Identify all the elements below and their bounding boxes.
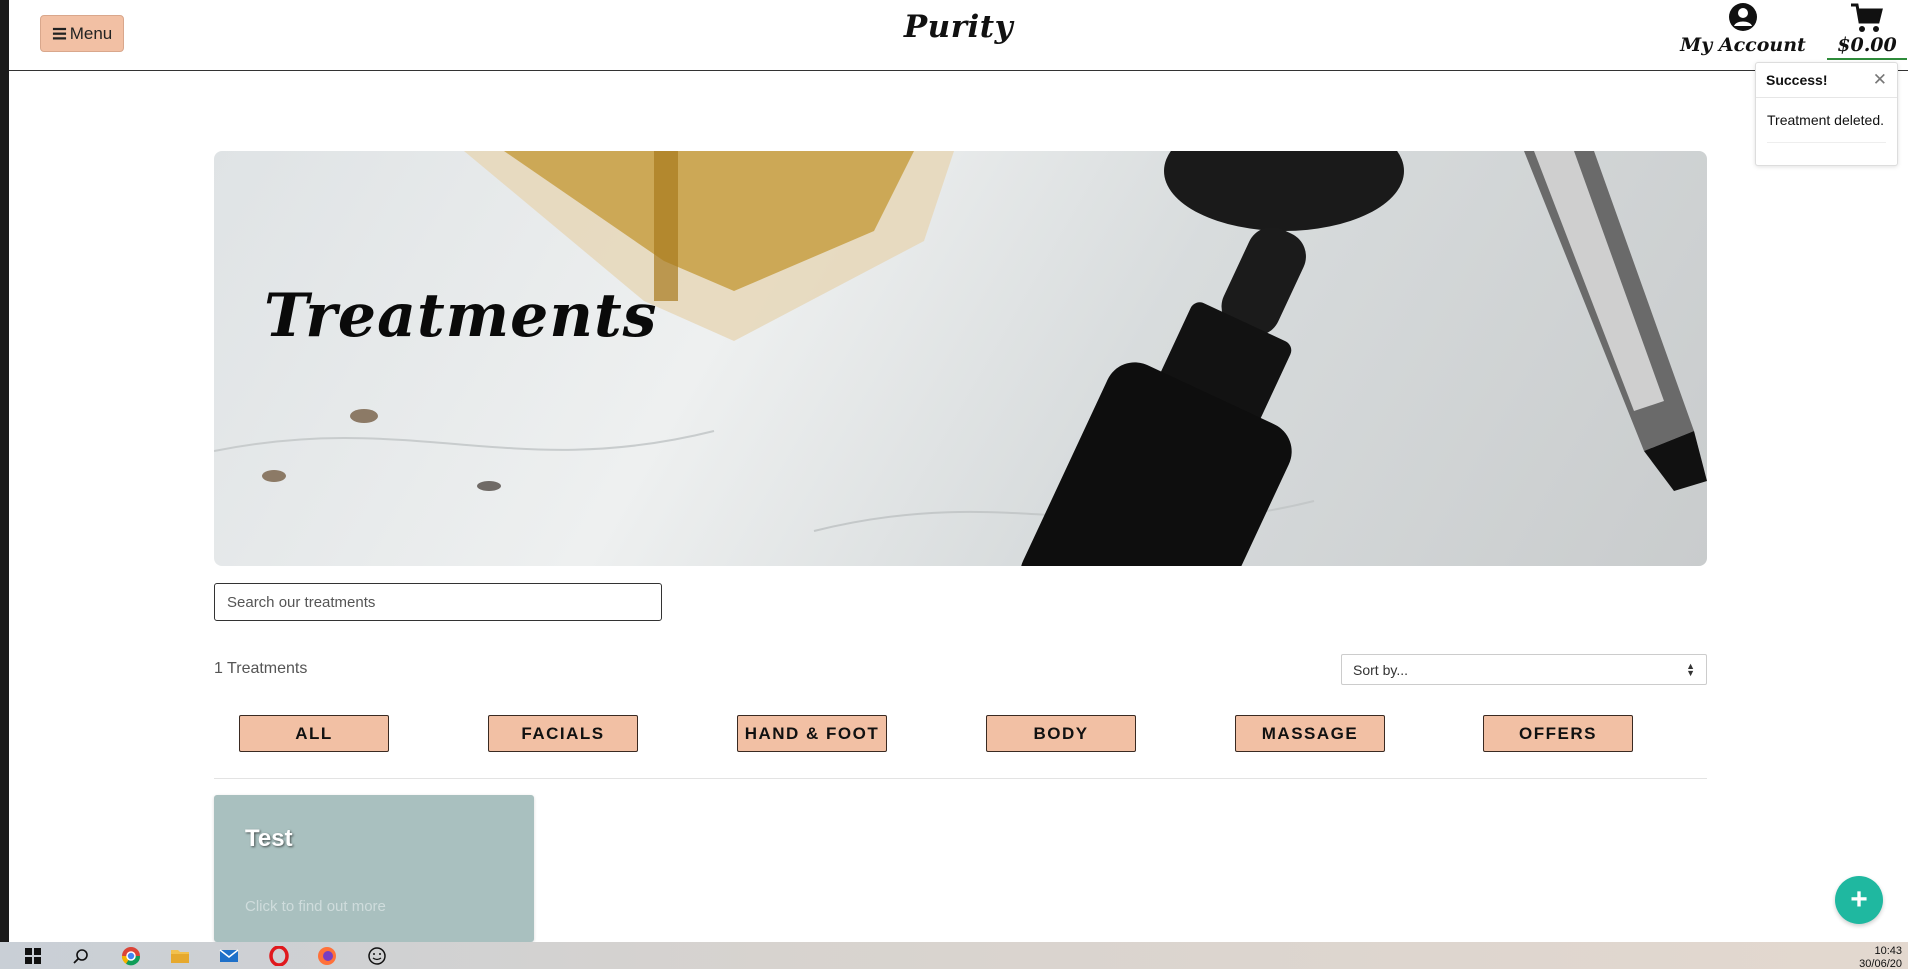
category-hand-foot-button[interactable]: HAND & FOOT [737, 715, 887, 752]
os-taskbar: 10:43 30/06/20 [0, 942, 1908, 971]
window-edge [0, 0, 9, 942]
plus-icon: + [1850, 883, 1868, 916]
opera-icon[interactable] [268, 945, 290, 967]
treatment-card[interactable]: Test Click to find out more [214, 795, 534, 942]
success-toast: Success! ✕ Treatment deleted. [1755, 62, 1898, 166]
user-circle-icon [1729, 3, 1757, 31]
category-facials-button[interactable]: FACIALS [488, 715, 638, 752]
brand-logo[interactable]: Purity [9, 9, 1908, 45]
cart-link[interactable]: $0.00 [1827, 0, 1907, 60]
firefox-icon[interactable] [316, 945, 338, 967]
page-title: Treatments [264, 281, 658, 351]
category-body-button[interactable]: BODY [986, 715, 1136, 752]
clock-date: 30/06/20 [1859, 958, 1902, 970]
feedback-icon[interactable] [366, 945, 388, 967]
cart-total: $0.00 [1837, 34, 1897, 56]
hero-image [214, 151, 1707, 566]
category-massage-button[interactable]: MASSAGE [1235, 715, 1385, 752]
search-input[interactable] [214, 583, 662, 621]
taskbar-clock[interactable]: 10:43 30/06/20 [1859, 945, 1902, 971]
toast-message: Treatment deleted. [1767, 112, 1884, 128]
add-treatment-button[interactable]: + [1835, 876, 1883, 924]
treatment-card-title: Test [245, 825, 293, 852]
category-all-button[interactable]: ALL [239, 715, 389, 752]
category-offers-button[interactable]: OFFERS [1483, 715, 1633, 752]
close-icon[interactable]: ✕ [1873, 70, 1887, 90]
search-icon[interactable] [70, 945, 92, 967]
shopping-cart-icon [1851, 3, 1883, 32]
hero-banner: Treatments [214, 151, 1707, 566]
windows-start-icon[interactable] [22, 945, 44, 967]
toast-title: Success! [1766, 72, 1828, 88]
section-divider [214, 778, 1707, 779]
mail-icon[interactable] [218, 945, 240, 967]
sort-select[interactable]: Sort by... ▲ ▼ [1341, 654, 1707, 685]
results-count: 1 Treatments [214, 660, 308, 677]
site-header: Menu Purity My Account $0.00 [9, 0, 1908, 71]
my-account-link[interactable]: My Account [1673, 2, 1813, 60]
sort-label: Sort by... [1353, 661, 1408, 678]
file-explorer-icon[interactable] [169, 945, 191, 967]
toast-divider [1767, 142, 1886, 143]
treatment-card-link[interactable]: Click to find out more [245, 898, 386, 915]
chrome-icon[interactable] [120, 945, 142, 967]
clock-time: 10:43 [1874, 945, 1902, 957]
category-filters: ALL FACIALS HAND & FOOT BODY MASSAGE OFF… [239, 715, 1633, 752]
account-label: My Account [1680, 34, 1806, 56]
select-arrows-icon: ▲ ▼ [1686, 660, 1695, 678]
